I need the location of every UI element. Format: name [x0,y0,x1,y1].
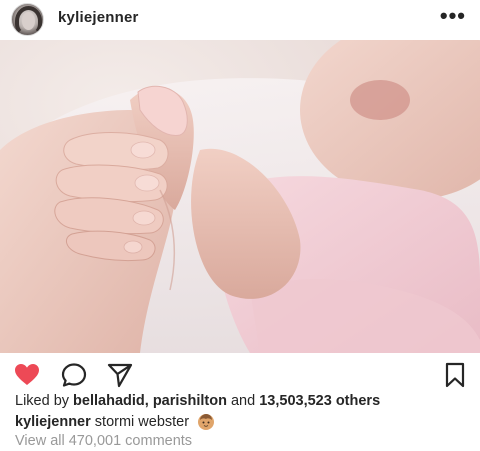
share-icon[interactable] [107,362,133,388]
likes-others-count[interactable]: 13,503,523 others [259,393,380,409]
post-header: kyliejenner ••• [0,0,480,38]
baby-lips [350,80,410,120]
post-username[interactable]: kyliejenner [58,9,139,26]
post-photo[interactable] [0,40,480,353]
post-image [0,40,480,353]
heart-icon[interactable] [14,362,40,388]
caption-username[interactable]: kyliejenner [15,414,91,430]
avatar-hair [15,6,42,35]
fingernail-3 [132,210,156,226]
liked-by-user-2[interactable]: parishilton [153,393,227,409]
caption-text: stormi webster [94,414,190,430]
view-all-comments-link[interactable]: View all 470,001 comments [15,433,192,449]
avatar[interactable] [11,3,44,36]
comment-icon[interactable] [61,362,87,388]
more-options-icon[interactable]: ••• [440,5,466,27]
liked-by-user-1[interactable]: bellahadid [73,393,145,409]
likes-prefix: Liked by [15,393,70,409]
likes-line: Liked by bellahadid, parishilton and 13,… [15,393,380,409]
caption: kyliejenner stormi webster [15,413,215,431]
action-bar [0,355,480,391]
bookmark-icon[interactable] [444,362,466,388]
fingernail-1 [130,141,156,159]
likes-and: and [230,393,256,409]
likes-separator: , [144,393,149,409]
fingernail-2 [134,174,160,192]
fingernail-4 [123,240,143,254]
baby-emoji-icon [198,414,215,430]
